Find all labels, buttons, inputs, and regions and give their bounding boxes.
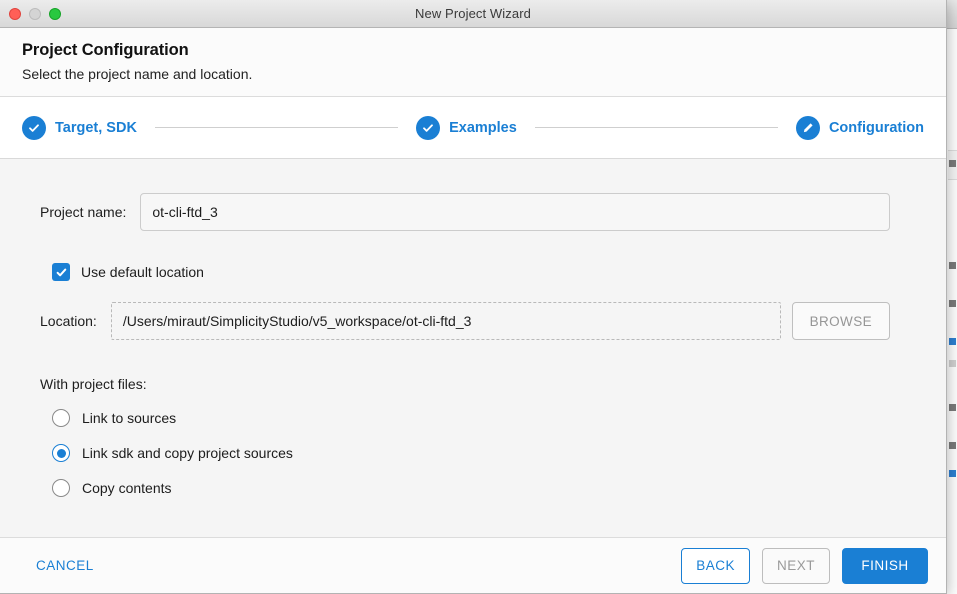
use-default-location-checkbox[interactable]: [52, 263, 70, 281]
radio-label-copy-contents: Copy contents: [82, 480, 172, 496]
radio-row-link-sdk-copy-sources[interactable]: Link sdk and copy project sources: [0, 444, 946, 462]
radio-selected-indicator: [56, 448, 66, 458]
window-controls: [9, 0, 61, 27]
radio-label-link-sdk-copy-sources: Link sdk and copy project sources: [82, 445, 293, 461]
check-icon: [22, 115, 46, 140]
step-configuration[interactable]: Configuration: [795, 115, 924, 140]
window-titlebar: New Project Wizard: [0, 0, 946, 28]
radio-row-link-to-sources[interactable]: Link to sources: [0, 409, 946, 427]
radio-copy-contents[interactable]: [52, 479, 70, 497]
dialog-footer: CANCEL BACK NEXT FINISH: [0, 537, 946, 593]
project-name-input[interactable]: ot-cli-ftd_3: [140, 193, 890, 231]
radio-link-to-sources[interactable]: [52, 409, 70, 427]
step-label-examples: Examples: [449, 119, 517, 136]
new-project-wizard-dialog: New Project Wizard Project Configuration…: [0, 0, 947, 594]
background-window-item: [949, 262, 956, 269]
wizard-stepper: Target, SDK Examples Configuration: [0, 97, 946, 159]
step-label-target-sdk: Target, SDK: [55, 119, 137, 136]
background-window-item: [949, 360, 956, 367]
window-title: New Project Wizard: [415, 6, 531, 21]
close-button[interactable]: [9, 7, 21, 20]
background-window-item: [949, 160, 956, 167]
use-default-location-row[interactable]: Use default location: [0, 263, 946, 281]
location-label: Location:: [40, 313, 97, 329]
step-examples[interactable]: Examples: [416, 115, 517, 140]
background-window-item: [949, 300, 956, 307]
dialog-body: Project name: ot-cli-ftd_3 Use default l…: [0, 159, 946, 537]
step-connector-2: [534, 127, 778, 128]
radio-row-copy-contents[interactable]: Copy contents: [0, 479, 946, 497]
finish-button[interactable]: FINISH: [842, 547, 928, 584]
minimize-button[interactable]: [29, 7, 41, 20]
use-default-location-label: Use default location: [81, 264, 204, 280]
background-window-item: [949, 470, 956, 477]
pencil-icon: [795, 115, 820, 140]
project-name-row: Project name: ot-cli-ftd_3: [0, 193, 946, 231]
back-button[interactable]: BACK: [681, 547, 750, 584]
background-window-item: [949, 442, 956, 449]
project-name-label: Project name:: [40, 204, 127, 220]
background-window-item: [949, 338, 956, 345]
step-connector-1: [154, 127, 399, 128]
background-window-item: [949, 404, 956, 411]
page-title: Project Configuration: [22, 41, 189, 59]
location-input: /Users/miraut/SimplicityStudio/v5_worksp…: [110, 302, 781, 340]
maximize-button[interactable]: [49, 7, 61, 20]
location-row: Location: /Users/miraut/SimplicityStudio…: [0, 302, 946, 340]
check-icon: [416, 115, 441, 140]
project-files-group-title: With project files:: [40, 376, 147, 392]
radio-label-link-to-sources: Link to sources: [82, 410, 177, 426]
step-target-sdk[interactable]: Target, SDK: [22, 115, 137, 140]
cancel-button[interactable]: CANCEL: [34, 552, 96, 579]
step-label-configuration: Configuration: [828, 119, 924, 136]
radio-link-sdk-copy-sources[interactable]: [52, 444, 70, 462]
dialog-header: Project Configuration Select the project…: [0, 28, 946, 97]
browse-button: BROWSE: [791, 302, 890, 340]
page-subtitle: Select the project name and location.: [22, 66, 253, 82]
next-button: NEXT: [761, 547, 830, 584]
